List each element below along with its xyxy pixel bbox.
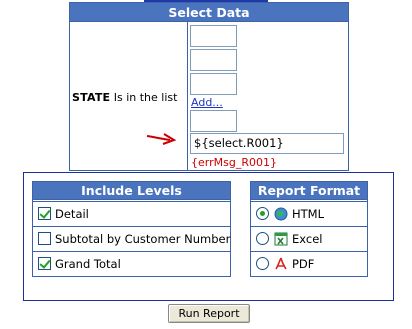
include-levels-title: Include Levels [33,182,230,200]
operator-text: Is in the list [113,91,178,104]
html-globe-icon [274,207,288,220]
level-row-detail[interactable]: Detail [33,201,230,225]
detail-checkbox[interactable] [38,207,51,220]
list-value-input-3[interactable] [190,73,237,95]
excel-icon [274,232,288,245]
pdf-icon [275,257,287,269]
level-label-grand-total: Grand Total [55,256,121,271]
level-label-subtotal: Subtotal by Customer Number [55,231,231,246]
select-data-title: Select Data [70,3,348,22]
level-label-detail: Detail [55,206,89,221]
add-value-link[interactable]: Add... [191,96,223,109]
error-message: {errMsg_R001} [191,156,277,169]
red-arrow-icon [146,133,176,145]
grand-total-checkbox[interactable] [38,257,51,270]
level-row-grand-total[interactable]: Grand Total [33,251,230,275]
include-levels-box: Include Levels Detail Subtotal by Custom… [32,181,231,277]
format-row-excel[interactable]: Excel [251,226,367,250]
format-label-pdf: PDF [292,256,315,271]
subtotal-checkbox[interactable] [38,232,51,245]
list-value-input-1[interactable] [190,25,237,47]
report-format-box: Report Format HTML Excel PDF [250,181,368,277]
param-value-field[interactable]: ${select.R001} [190,133,344,154]
list-value-input-4[interactable] [190,110,237,132]
level-row-subtotal[interactable]: Subtotal by Customer Number [33,226,230,250]
column-divider [187,22,188,170]
select-data-panel: Select Data STATE Is in the list Add... … [69,2,349,171]
pdf-radio[interactable] [256,257,269,270]
list-value-input-2[interactable] [190,49,237,71]
excel-radio[interactable] [256,232,269,245]
html-radio[interactable] [256,207,269,220]
report-options-frame: Include Levels Detail Subtotal by Custom… [23,172,394,301]
format-row-html[interactable]: HTML [251,201,367,225]
report-format-title: Report Format [251,182,367,200]
field-name: STATE [72,91,111,104]
format-label-excel: Excel [292,231,323,246]
format-label-html: HTML [292,206,325,221]
format-row-pdf[interactable]: PDF [251,251,367,275]
run-report-button[interactable]: Run Report [168,304,250,323]
select-data-body: STATE Is in the list Add... ${select.R00… [70,22,348,170]
filter-label: STATE Is in the list [72,91,177,104]
